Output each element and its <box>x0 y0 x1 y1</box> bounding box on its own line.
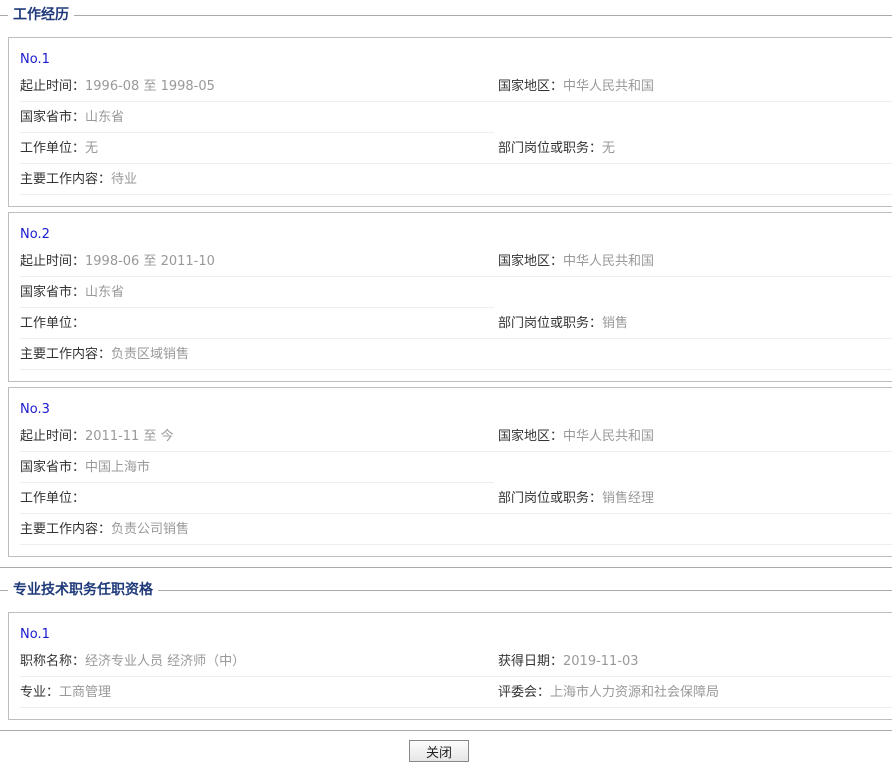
country-value: 中华人民共和国 <box>563 429 655 444</box>
country-label: 国家地区： <box>498 254 564 269</box>
title-label: 职称名称： <box>20 654 86 669</box>
row-province: 国家省市：山东省 <box>20 278 892 308</box>
row-company: 工作单位：无 部门岗位或职务：无 <box>20 134 892 164</box>
section-bottom-divider <box>0 567 892 568</box>
row-province: 国家省市：山东省 <box>20 103 892 133</box>
province-value: 山东省 <box>85 285 125 300</box>
row-period: 起止时间：2011-11 至 今 国家地区：中华人民共和国 <box>20 422 892 452</box>
province-value: 山东省 <box>85 110 125 125</box>
period-value: 1998-06 至 2011-10 <box>85 254 215 269</box>
province-label: 国家省市： <box>20 110 86 125</box>
row-company: 工作单位： 部门岗位或职务：销售经理 <box>20 484 892 514</box>
period-label: 起止时间： <box>20 254 86 269</box>
period-value: 1996-08 至 1998-05 <box>85 79 215 94</box>
committee-value: 上海市人力资源和社会保障局 <box>550 685 720 700</box>
position-label: 部门岗位或职务： <box>498 316 603 331</box>
period-label: 起止时间： <box>20 429 86 444</box>
country-label: 国家地区： <box>498 429 564 444</box>
row-content: 主要工作内容：负责公司销售 <box>20 515 892 545</box>
row-title: 职称名称：经济专业人员 经济师（中） 获得日期：2019-11-03 <box>20 647 892 677</box>
position-label: 部门岗位或职务： <box>498 141 603 156</box>
entry-number: No.3 <box>20 402 50 417</box>
qualification-entry-1: No.1 职称名称：经济专业人员 经济师（中） 获得日期：2019-11-03 … <box>8 612 892 720</box>
row-major: 专业：工商管理 评委会：上海市人力资源和社会保障局 <box>20 678 892 708</box>
content-label: 主要工作内容： <box>20 522 112 537</box>
content-value: 负责公司销售 <box>111 522 190 537</box>
period-label: 起止时间： <box>20 79 86 94</box>
company-value: 无 <box>85 141 99 156</box>
work-entry-1: No.1 起止时间：1996-08 至 1998-05 国家地区：中华人民共和国… <box>8 37 892 207</box>
province-label: 国家省市： <box>20 460 86 475</box>
period-value: 2011-11 至 今 <box>85 429 174 444</box>
position-label: 部门岗位或职务： <box>498 491 603 506</box>
content-label: 主要工作内容： <box>20 172 112 187</box>
work-section-header: 工作经历 <box>0 5 892 25</box>
company-label: 工作单位： <box>20 141 86 156</box>
entry-number: No.2 <box>20 227 50 242</box>
major-label: 专业： <box>20 685 60 700</box>
row-content: 主要工作内容：负责区域销售 <box>20 340 892 370</box>
country-label: 国家地区： <box>498 79 564 94</box>
title-value: 经济专业人员 经济师（中） <box>85 654 246 669</box>
company-label: 工作单位： <box>20 491 86 506</box>
row-company: 工作单位： 部门岗位或职务：销售 <box>20 309 892 339</box>
major-value: 工商管理 <box>59 685 112 700</box>
country-value: 中华人民共和国 <box>563 254 655 269</box>
row-period: 起止时间：1998-06 至 2011-10 国家地区：中华人民共和国 <box>20 247 892 277</box>
position-value: 销售 <box>602 316 629 331</box>
country-value: 中华人民共和国 <box>563 79 655 94</box>
row-period: 起止时间：1996-08 至 1998-05 国家地区：中华人民共和国 <box>20 72 892 102</box>
section-bottom-divider <box>0 730 892 731</box>
position-value: 销售经理 <box>602 491 655 506</box>
date-value: 2019-11-03 <box>563 654 639 669</box>
content-label: 主要工作内容： <box>20 347 112 362</box>
section-divider <box>0 15 892 16</box>
qualification-section-title: 专业技术职务任职资格 <box>8 581 158 599</box>
row-province: 国家省市：中国上海市 <box>20 453 892 483</box>
close-button[interactable]: 关闭 <box>409 740 469 762</box>
content-value: 负责区域销售 <box>111 347 190 362</box>
work-entry-3: No.3 起止时间：2011-11 至 今 国家地区：中华人民共和国 国家省市：… <box>8 387 892 557</box>
date-label: 获得日期： <box>498 654 564 669</box>
province-value: 中国上海市 <box>85 460 151 475</box>
qualification-section-header: 专业技术职务任职资格 <box>0 580 892 600</box>
committee-label: 评委会： <box>498 685 551 700</box>
work-section-title: 工作经历 <box>8 6 74 24</box>
province-label: 国家省市： <box>20 285 86 300</box>
entry-number: No.1 <box>20 52 50 67</box>
company-label: 工作单位： <box>20 316 86 331</box>
position-value: 无 <box>602 141 616 156</box>
content-value: 待业 <box>111 172 138 187</box>
entry-number: No.1 <box>20 627 50 642</box>
row-content: 主要工作内容：待业 <box>20 165 892 195</box>
work-entry-2: No.2 起止时间：1998-06 至 2011-10 国家地区：中华人民共和国… <box>8 212 892 382</box>
